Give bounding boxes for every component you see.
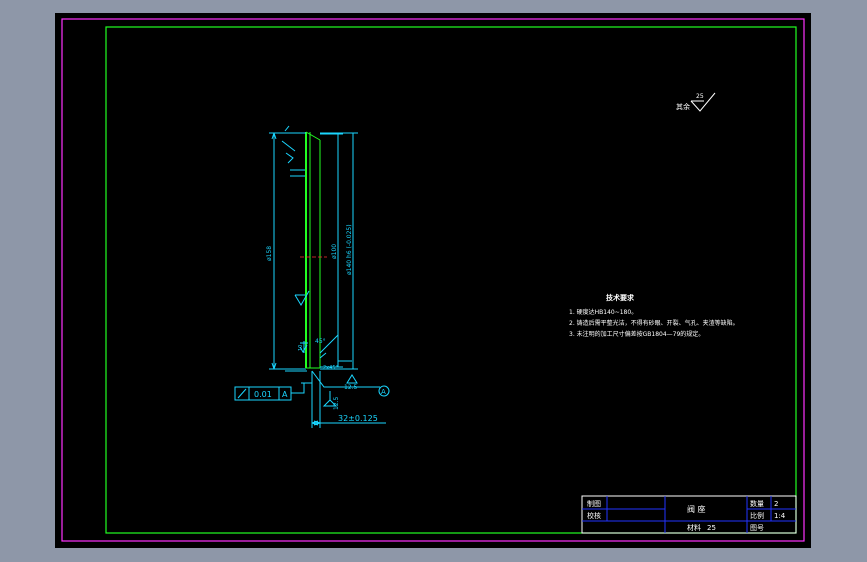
remaining-roughness-symbol: 其余 25 — [676, 92, 716, 112]
notes-line-1: 1. 硬度达HB140~180。 — [569, 308, 637, 316]
dim-angle: 45° — [315, 338, 326, 345]
roughness-b: 12.5 — [333, 396, 340, 410]
remaining-roughness-label: 其余 — [676, 102, 690, 111]
title-scale-value: 1:4 — [774, 512, 786, 520]
technical-notes: 技术要求 1. 硬度达HB140~180。 2. 铸造后需平整光洁，不得有砂眼、… — [569, 293, 739, 338]
title-drawing-no-label: 图号 — [750, 524, 764, 532]
dim-small: 10 — [298, 345, 304, 351]
title-quantity-value: 2 — [774, 500, 778, 508]
dim-mid-diameter: ø100 — [331, 244, 338, 259]
notes-heading: 技术要求 — [606, 293, 635, 302]
thickness-dim: 32±0.125 — [338, 414, 378, 423]
cad-drawing: 其余 25 ø158 ø100 ø140 h6 (-0.025) 45° 2x4… — [61, 18, 805, 542]
remaining-roughness-value: 25 — [696, 93, 704, 100]
tolerance-datum: A — [282, 390, 288, 399]
notes-line-3: 3. 未注明的加工尺寸偏差按GB1804—79的规定。 — [569, 330, 704, 338]
title-checked-by: 校核 — [587, 511, 601, 520]
dim-chamfer: 2x45° — [323, 365, 339, 371]
title-drawn-by: 制图 — [587, 499, 601, 508]
dim-right-diameter: ø140 h6 (-0.025) — [346, 224, 353, 275]
dimension-lines — [234, 125, 390, 428]
datum-label: A — [381, 388, 386, 396]
title-quantity-label: 数量 — [750, 499, 764, 508]
drawing-sheet: 其余 25 ø158 ø100 ø140 h6 (-0.025) 45° 2x4… — [55, 13, 811, 548]
title-scale-label: 比例 — [750, 511, 764, 520]
dim-left-diameter: ø158 — [266, 246, 273, 261]
outer-frame — [61, 18, 805, 542]
notes-line-2: 2. 铸造后需平整光洁，不得有砂眼、开裂、气孔、夹渣等缺陷。 — [569, 319, 739, 327]
part-section — [300, 131, 327, 369]
title-material-label: 材料 — [687, 523, 701, 532]
tolerance-value: 0.01 — [254, 390, 272, 399]
title-material-value: 25 — [707, 524, 716, 532]
title-part-name: 阀 座 — [687, 504, 706, 514]
title-block: 制图 校核 阀 座 数量 2 比例 1:4 材料 25 图号 — [581, 495, 797, 534]
roughness-a: 12.5 — [344, 384, 358, 391]
